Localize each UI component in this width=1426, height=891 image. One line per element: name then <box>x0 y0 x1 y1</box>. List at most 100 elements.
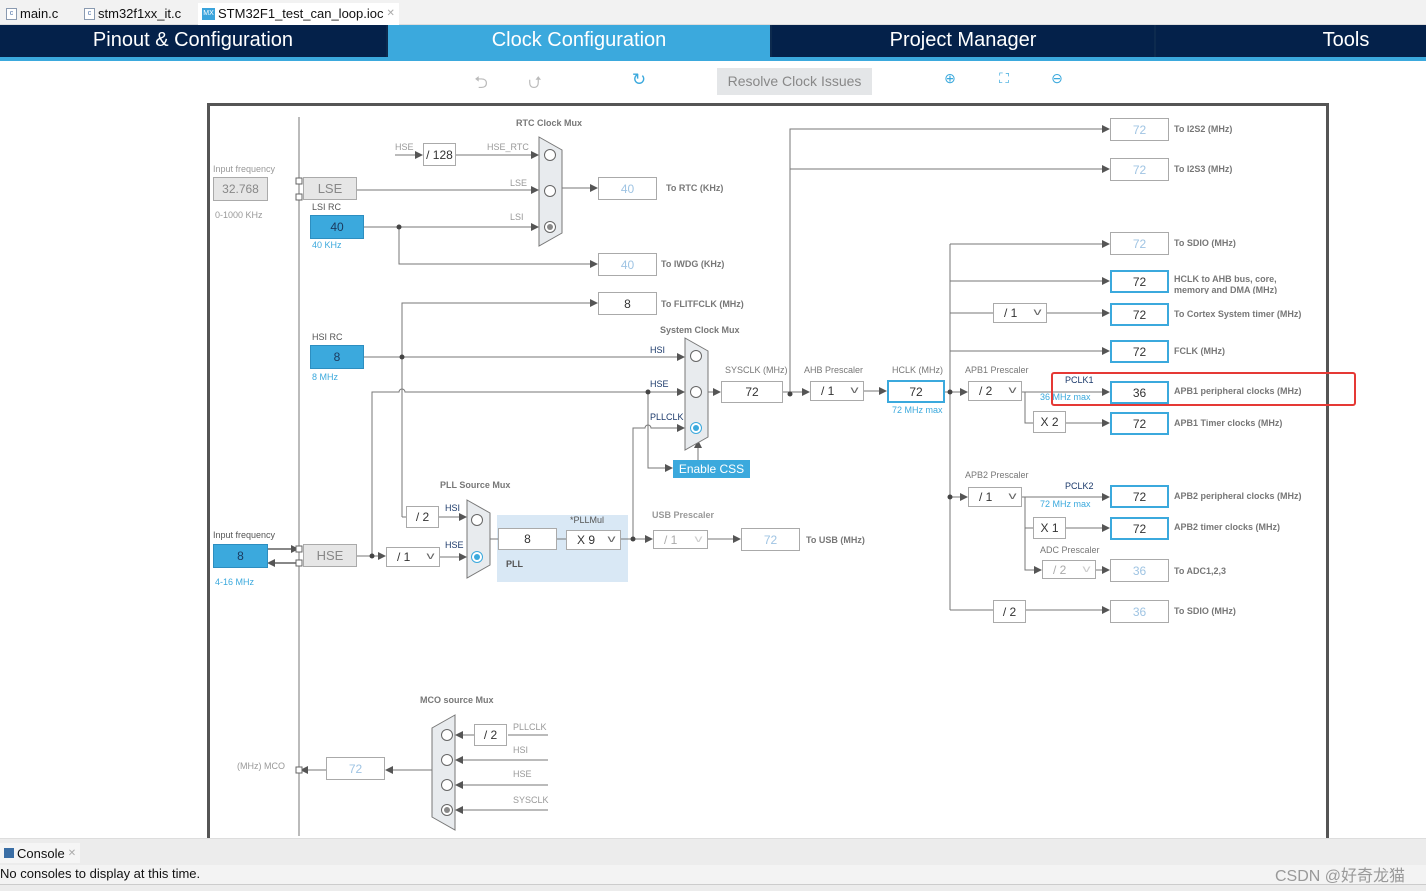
usb-prescaler-select[interactable]: / 1 v <box>653 530 708 549</box>
hse-input-frequency[interactable]: 8 <box>213 544 268 568</box>
rtc-hse-label: HSE <box>395 142 414 152</box>
apb1-prescaler-select[interactable]: / 2 v <box>968 381 1022 401</box>
pll-mux-title: PLL Source Mux <box>440 480 511 490</box>
select-value: / 1 <box>821 384 835 398</box>
rtc-lsi-label: LSI <box>510 212 524 222</box>
mco-radio-hsi[interactable] <box>441 754 453 766</box>
sdio-hclk-output[interactable]: 72 <box>1110 232 1169 255</box>
sys-radio-hsi[interactable] <box>690 350 702 362</box>
cortex-timer-prescaler-select[interactable]: / 1 v <box>993 303 1047 323</box>
i2s3-output[interactable]: 72 <box>1110 158 1169 181</box>
hclk-ahb-output[interactable]: 72 <box>1110 270 1169 293</box>
apb2-timer-multiplier: X 1 <box>1033 517 1066 539</box>
lsi-label: LSI RC <box>312 202 342 212</box>
rtc-output[interactable]: 40 <box>598 177 657 200</box>
lsi-rc-block[interactable]: 40 <box>310 215 364 239</box>
hsi-div2: / 2 <box>406 506 439 528</box>
i2s3-output-label: To I2S3 (MHz) <box>1174 164 1233 174</box>
ahb-prescaler-label: AHB Prescaler <box>804 365 864 375</box>
lse-block[interactable]: LSE <box>303 177 357 200</box>
usb-prescaler-label: USB Prescaler <box>652 510 715 520</box>
iwdg-output[interactable]: 40 <box>598 253 657 276</box>
pll-mux-shape <box>466 499 491 579</box>
rtc-output-label: To RTC (KHz) <box>666 183 724 193</box>
rtc-radio-hse[interactable] <box>544 149 556 161</box>
system-mux-title: System Clock Mux <box>660 325 740 335</box>
mco-radio-pllclk[interactable] <box>441 729 453 741</box>
iwdg-output-label: To IWDG (KHz) <box>661 259 725 269</box>
hse-block[interactable]: HSE <box>303 544 357 567</box>
i2s2-output[interactable]: 72 <box>1110 118 1169 141</box>
highlight-annotation <box>1051 372 1356 406</box>
pll-input: 8 <box>498 528 557 550</box>
apb2-timer-output[interactable]: 72 <box>1110 517 1169 540</box>
chevron-down-icon: v <box>1008 385 1017 396</box>
pll-label: PLL <box>506 559 523 569</box>
hclk-value[interactable]: 72 <box>887 380 945 403</box>
apb1-timer-multiplier: X 2 <box>1033 411 1066 433</box>
sdio-output-label: To SDIO (MHz) <box>1174 606 1236 616</box>
sdio-hclk-output-label: To SDIO (MHz) <box>1174 238 1236 248</box>
console-message: No consoles to display at this time. <box>0 865 1426 885</box>
adc-output-label: To ADC1,2,3 <box>1174 566 1227 576</box>
pclk2-max: 72 MHz max <box>1040 499 1091 509</box>
sys-pllclk-label: PLLCLK <box>650 412 684 422</box>
select-value: / 2 <box>979 384 993 398</box>
ahb-prescaler-select[interactable]: / 1 v <box>810 381 864 401</box>
chevron-down-icon: v <box>1082 564 1091 575</box>
chevron-down-icon: v <box>1033 307 1042 318</box>
sys-radio-pllclk[interactable] <box>690 422 702 434</box>
adc-output[interactable]: 36 <box>1110 559 1169 582</box>
select-value: / 2 <box>1053 562 1067 577</box>
mco-radio-hse[interactable] <box>441 779 453 791</box>
mco-mux-title: MCO source Mux <box>420 695 494 705</box>
adc-prescaler-label: ADC Prescaler <box>1040 545 1100 555</box>
apb2-prescaler-label: APB2 Prescaler <box>965 470 1029 480</box>
apb1-timer-output[interactable]: 72 <box>1110 412 1169 435</box>
watermark: CSDN @好奇龙猫 <box>1275 868 1406 885</box>
pllmul-select[interactable]: X 9 v <box>566 530 621 550</box>
pll-radio-hsi[interactable] <box>471 514 483 526</box>
pll-radio-hse[interactable] <box>471 551 483 563</box>
mco-hse-label: HSE <box>513 769 532 779</box>
cortex-timer-output-label: To Cortex System timer (MHz) <box>1174 309 1302 319</box>
select-value: X 9 <box>577 533 596 547</box>
hse-prediv-select[interactable]: / 1 v <box>386 547 440 567</box>
hclk-max: 72 MHz max <box>892 405 943 415</box>
rtc-radio-lsi[interactable] <box>544 221 556 233</box>
lse-input-frequency[interactable]: 32.768 <box>213 177 268 201</box>
sdio-div2: / 2 <box>993 600 1026 623</box>
hclk-label: HCLK (MHz) <box>892 365 943 375</box>
mco-output[interactable]: 72 <box>326 757 385 780</box>
hsi-rc-block[interactable]: 8 <box>310 345 364 369</box>
rtc-radio-lse[interactable] <box>544 185 556 197</box>
rtc-lse-label: LSE <box>510 178 528 188</box>
lse-input-label: Input frequency <box>213 164 276 174</box>
chevron-down-icon: v <box>426 551 435 562</box>
close-icon[interactable]: ✕ <box>68 848 76 859</box>
apb2-timer-output-label: APB2 timer clocks (MHz) <box>1174 522 1281 532</box>
apb2-prescaler-select[interactable]: / 1 v <box>968 487 1022 507</box>
mco-radio-sysclk[interactable] <box>441 804 453 816</box>
enable-css-button[interactable]: Enable CSS <box>673 460 750 478</box>
mco-label: (MHz) MCO <box>237 761 285 771</box>
console-tab-label: Console <box>17 845 65 861</box>
sys-radio-hse[interactable] <box>690 386 702 398</box>
adc-prescaler-select[interactable]: / 2 v <box>1042 560 1096 579</box>
usb-output[interactable]: 72 <box>741 528 800 551</box>
cortex-timer-output[interactable]: 72 <box>1110 303 1169 326</box>
select-value: / 1 <box>664 532 678 547</box>
lse-range: 0-1000 KHz <box>215 210 263 220</box>
fclk-output[interactable]: 72 <box>1110 340 1169 363</box>
hclk-ahb-output-label: HCLK to AHB bus, core, memory and DMA (M… <box>1174 274 1278 294</box>
sdio-output[interactable]: 36 <box>1110 600 1169 623</box>
flitfclk-output[interactable]: 8 <box>598 292 657 315</box>
sysclk-value[interactable]: 72 <box>721 381 783 403</box>
console-tab[interactable]: Console ✕ <box>0 843 81 863</box>
pll-hsi-label: HSI <box>445 503 461 513</box>
hse-input-label: Input frequency <box>213 530 276 540</box>
flitfclk-output-label: To FLITFCLK (MHz) <box>661 299 744 309</box>
select-value: / 1 <box>397 550 411 564</box>
apb2-peripheral-output[interactable]: 72 <box>1110 485 1169 508</box>
pclk2-label: PCLK2 <box>1065 481 1094 491</box>
